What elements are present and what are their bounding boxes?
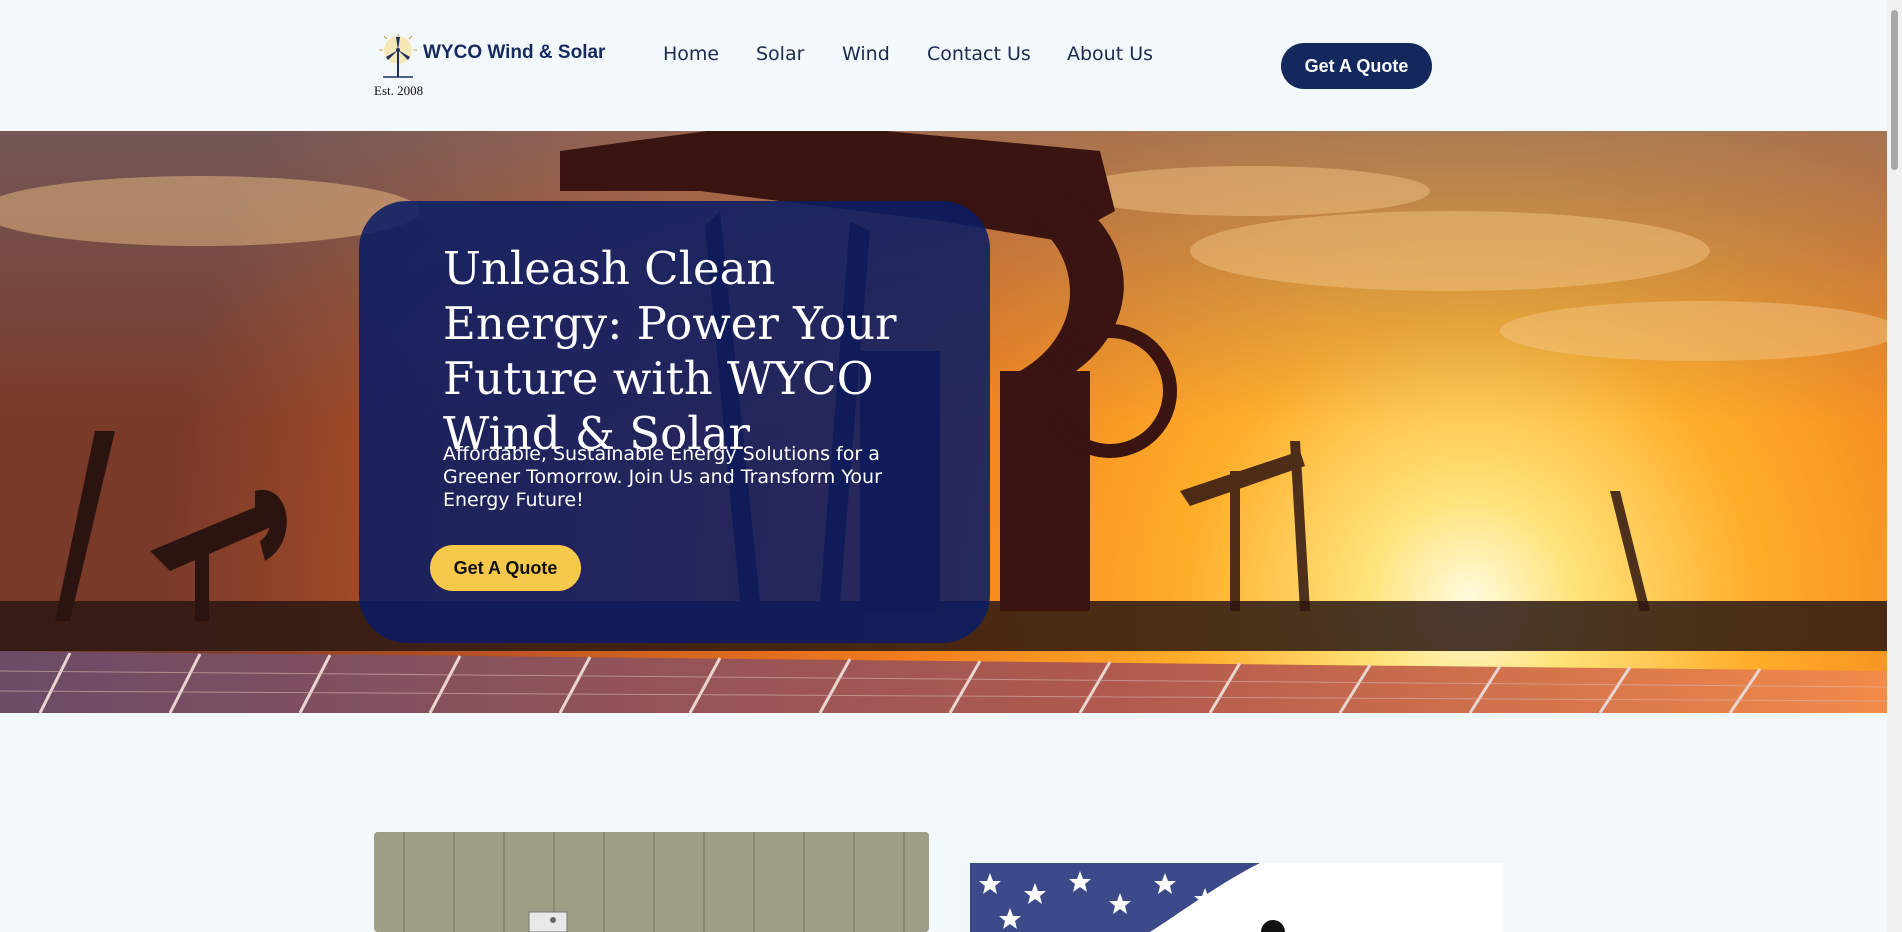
page-scrollbar[interactable] [1887, 0, 1902, 932]
hero-card: Unleash Clean Energy: Power Your Future … [359, 201, 990, 643]
hero-get-quote-button[interactable]: Get A Quote [430, 545, 581, 591]
scrollbar-thumb[interactable] [1891, 10, 1898, 170]
nav-solar[interactable]: Solar [756, 43, 804, 65]
solar-installation-photo [374, 832, 929, 932]
hero-section: Unleash Clean Energy: Power Your Future … [0, 131, 1887, 713]
established-tagline: Est. 2008 [374, 83, 424, 98]
nav-about-us[interactable]: About Us [1067, 43, 1153, 65]
nav-wind[interactable]: Wind [842, 43, 890, 65]
hero-subtitle: Affordable, Sustainable Energy Solutions… [443, 443, 882, 511]
site-header: WYCO Wind & Solar Est. 2008 Home Solar W… [0, 0, 1887, 131]
header-get-quote-button[interactable]: Get A Quote [1281, 43, 1432, 89]
nav-home[interactable]: Home [663, 43, 719, 65]
hero-title: Unleash Clean Energy: Power Your Future … [443, 242, 897, 460]
american-flag-photo [970, 863, 1503, 932]
brand-name[interactable]: WYCO Wind & Solar [423, 42, 605, 64]
wind-turbine-sun-icon[interactable] [377, 33, 419, 79]
nav-contact-us[interactable]: Contact Us [927, 43, 1031, 65]
